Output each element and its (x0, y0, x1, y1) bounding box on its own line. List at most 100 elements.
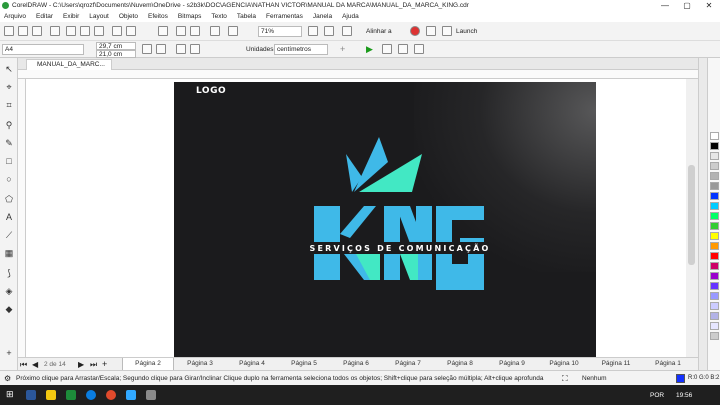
options-gear-icon[interactable] (426, 26, 436, 36)
page-height-field[interactable]: 21,0 cm (96, 50, 136, 58)
launch-icon[interactable] (442, 26, 452, 36)
smart-fill-tool-icon[interactable]: ◆ (4, 304, 14, 314)
palette-swatch[interactable] (710, 242, 719, 250)
rectangle-tool-icon[interactable]: □ (4, 156, 14, 166)
eyedropper-tool-icon[interactable]: ⟆ (4, 268, 14, 278)
palette-swatch[interactable] (710, 212, 719, 220)
palette-swatch[interactable] (710, 142, 719, 150)
save-icon[interactable] (32, 26, 42, 36)
play-icon[interactable]: ▶ (366, 44, 373, 55)
edit-macro-icon[interactable] (382, 44, 392, 54)
record-icon[interactable] (410, 26, 420, 36)
menu-arquivo[interactable]: Arquivo (4, 13, 26, 20)
clock[interactable]: 19:56 (676, 392, 692, 399)
coreldraw-taskbar-icon[interactable] (66, 390, 76, 400)
horizontal-ruler[interactable] (18, 70, 698, 79)
polygon-tool-icon[interactable]: ⬠ (4, 194, 14, 204)
landscape-icon[interactable] (156, 44, 166, 54)
parallel-dimension-tool-icon[interactable]: ⟋ (4, 230, 14, 240)
king-logo[interactable]: SERVIÇOS DE COMUNICAÇÃO (174, 82, 596, 357)
align-to-dropdown[interactable]: Alinhar a (366, 28, 392, 35)
palette-swatch[interactable] (710, 132, 719, 140)
add-preset-icon[interactable]: + (340, 44, 345, 54)
zoom-to-page-icon[interactable] (308, 26, 318, 36)
palette-swatch[interactable] (710, 312, 719, 320)
outline-color-swatch[interactable] (676, 374, 685, 383)
zoom-to-selection-icon[interactable] (324, 26, 334, 36)
redo-icon[interactable] (126, 26, 136, 36)
photoshop-app-icon[interactable] (126, 390, 136, 400)
file-explorer-icon[interactable] (46, 390, 56, 400)
document-tab[interactable]: MANUAL_DA_MARC... (26, 59, 112, 70)
palette-swatch[interactable] (710, 162, 719, 170)
vertical-ruler[interactable] (18, 79, 26, 357)
palette-swatch[interactable] (710, 172, 719, 180)
freehand-tool-icon[interactable]: ✎ (4, 138, 14, 148)
interactive-fill-tool-icon[interactable]: ◈ (4, 286, 14, 296)
palette-swatch[interactable] (710, 332, 719, 340)
menu-exibir[interactable]: Exibir (63, 13, 79, 20)
menu-efeitos[interactable]: Efeitos (148, 13, 168, 20)
palette-swatch[interactable] (710, 272, 719, 280)
menu-bitmaps[interactable]: Bitmaps (178, 13, 201, 20)
menu-janela[interactable]: Janela (313, 13, 332, 20)
page-size-select[interactable]: A4 (2, 44, 84, 55)
pick-tool-icon[interactable]: ↖ (4, 64, 14, 74)
menu-texto[interactable]: Texto (211, 13, 227, 20)
palette-swatch[interactable] (710, 262, 719, 270)
zoom-level-select[interactable]: 71% (258, 26, 302, 37)
vertical-scroll-thumb[interactable] (688, 165, 695, 265)
first-page-button[interactable]: ⏮ (20, 360, 27, 370)
drawing-canvas[interactable]: LOGO SERVIÇOS DE COMUNICAÇÃO (26, 79, 686, 357)
launch-dropdown[interactable]: Launch (456, 28, 477, 35)
import-icon[interactable] (176, 26, 186, 36)
zoom-tool-icon[interactable]: ⚲ (4, 120, 14, 130)
palette-swatch[interactable] (710, 322, 719, 330)
previous-page-button[interactable]: ◀ (32, 360, 38, 369)
full-screen-icon[interactable] (228, 26, 238, 36)
cut-icon[interactable] (66, 26, 76, 36)
publish-pdf-icon[interactable] (210, 26, 220, 36)
palette-swatch[interactable] (710, 292, 719, 300)
menu-ferramentas[interactable]: Ferramentas (266, 13, 303, 20)
vertical-scrollbar[interactable] (686, 79, 698, 357)
current-page-icon[interactable] (190, 44, 200, 54)
palette-swatch[interactable] (710, 302, 719, 310)
docker-strip[interactable] (698, 58, 707, 370)
portrait-icon[interactable] (142, 44, 152, 54)
search-content-icon[interactable] (158, 26, 168, 36)
next-page-button[interactable]: ▶ (78, 360, 84, 369)
menu-editar[interactable]: Editar (36, 13, 53, 20)
add-page-button[interactable]: + (102, 359, 107, 369)
new-document-icon[interactable] (4, 26, 14, 36)
maximize-button[interactable]: ▢ (676, 0, 698, 11)
palette-swatch[interactable] (710, 182, 719, 190)
all-pages-icon[interactable] (176, 44, 186, 54)
print-icon[interactable] (50, 26, 60, 36)
menu-objeto[interactable]: Objeto (119, 13, 138, 20)
text-tool-icon[interactable]: A (4, 212, 14, 222)
menu-tabela[interactable]: Tabela (237, 13, 256, 20)
palette-swatch[interactable] (710, 152, 719, 160)
snap-to-icon[interactable] (342, 26, 352, 36)
palette-swatch[interactable] (710, 282, 719, 290)
language-indicator[interactable]: POR (650, 392, 664, 399)
last-page-button[interactable]: ⏭ (90, 360, 97, 370)
paste-icon[interactable] (94, 26, 104, 36)
page-width-field[interactable]: 29,7 cm (96, 42, 136, 50)
crop-tool-icon[interactable]: ⌗ (4, 100, 14, 110)
artboard-page[interactable]: LOGO SERVIÇOS DE COMUNICAÇÃO (174, 82, 596, 357)
windows-start-icon[interactable]: ⊞ (6, 389, 14, 400)
minimize-button[interactable]: — (654, 0, 676, 11)
units-select[interactable]: centímetros (274, 44, 328, 55)
open-folder-icon[interactable] (18, 26, 28, 36)
word-app-icon[interactable] (26, 390, 36, 400)
palette-swatch[interactable] (710, 222, 719, 230)
chrome-browser-icon[interactable] (106, 390, 116, 400)
palette-swatch[interactable] (710, 202, 719, 210)
transparency-tool-icon[interactable]: ▦ (4, 248, 14, 258)
palette-swatch[interactable] (710, 192, 719, 200)
layout-icon[interactable] (398, 44, 408, 54)
ellipse-tool-icon[interactable]: ○ (4, 174, 14, 184)
pinned-app-icon[interactable] (146, 390, 156, 400)
